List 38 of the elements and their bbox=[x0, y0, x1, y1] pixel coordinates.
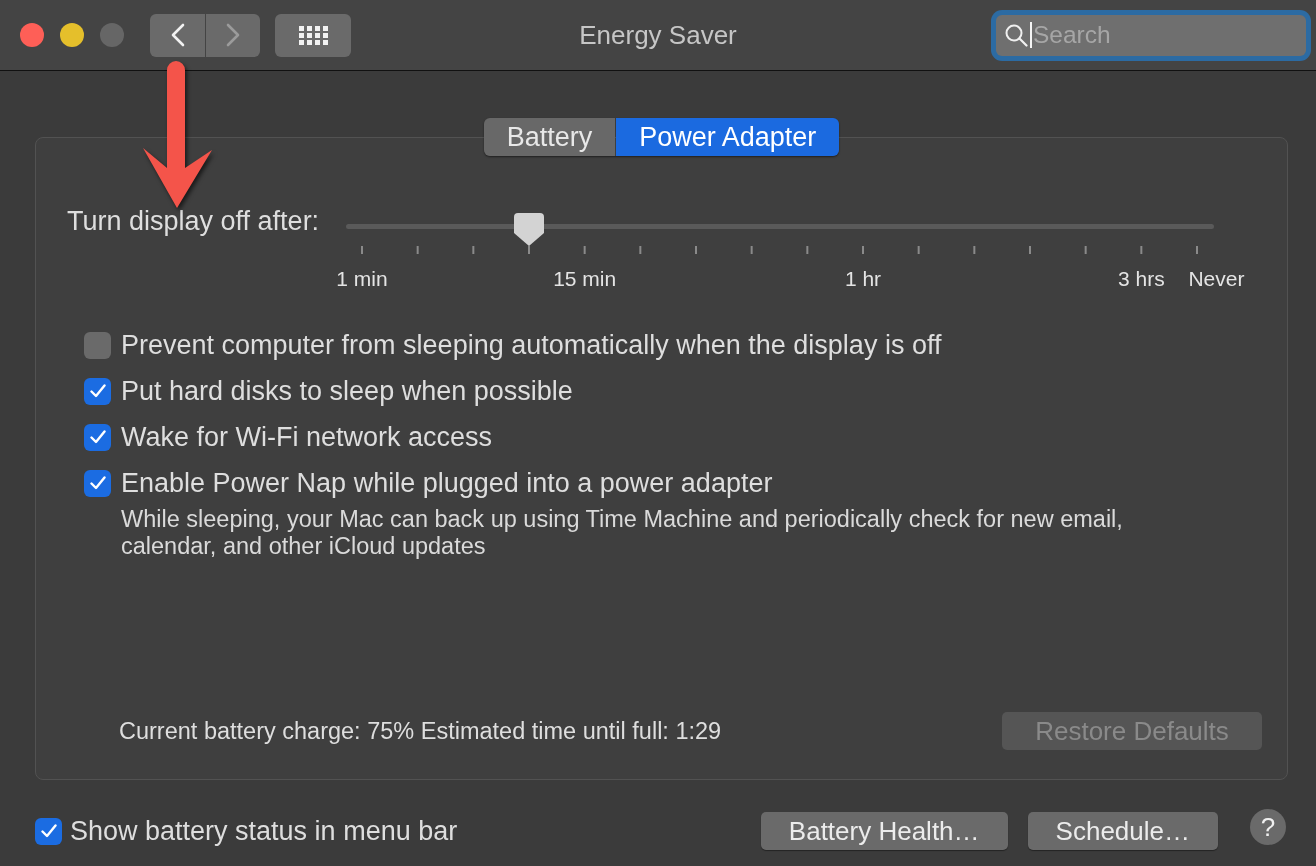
tick-label: 1 min bbox=[336, 267, 388, 291]
tab[interactable]: Battery bbox=[483, 118, 616, 156]
battery-status-text: Current battery charge: 75% Estimated time until full: 1:29 bbox=[119, 717, 722, 745]
checkbox-label: Show battery status in menu bar bbox=[70, 815, 458, 847]
checkmark-icon bbox=[89, 384, 106, 398]
search-icon bbox=[1004, 23, 1028, 47]
tick-label: 15 min bbox=[553, 267, 617, 291]
slider-thumb[interactable] bbox=[514, 213, 544, 246]
slider-label: Turn display off after: bbox=[67, 205, 321, 237]
chevron-left-icon bbox=[170, 23, 185, 47]
checkbox[interactable] bbox=[84, 469, 111, 497]
checkmark-icon bbox=[89, 476, 106, 490]
grid-icon bbox=[298, 25, 328, 45]
tick-label: 3 hrs bbox=[1118, 267, 1165, 291]
option-description: While sleeping, your Mac can back up using Time Machine and periodically check for new email, calendar, and other iCloud updates bbox=[121, 506, 1124, 560]
footer-button[interactable]: Schedule… bbox=[1027, 812, 1218, 850]
checkbox[interactable] bbox=[84, 377, 111, 405]
checkbox-label: Put hard disks to sleep when possible bbox=[121, 375, 573, 407]
checkbox-label: Wake for Wi-Fi network access bbox=[121, 421, 493, 453]
tick-label: Never bbox=[1188, 267, 1245, 291]
checkbox-label: Prevent computer from sleeping automatically when the display is off bbox=[121, 329, 942, 361]
show-all-button[interactable] bbox=[275, 13, 351, 57]
help-button[interactable]: ? bbox=[1250, 809, 1286, 845]
checkmark-icon bbox=[40, 824, 57, 838]
checkbox[interactable] bbox=[84, 331, 111, 359]
window-title: Energy Saver bbox=[578, 20, 738, 50]
checkmark-icon bbox=[89, 430, 106, 444]
close-window-icon[interactable] bbox=[20, 23, 44, 47]
tick-label: 1 hr bbox=[844, 267, 882, 291]
back-button[interactable] bbox=[150, 13, 205, 57]
footer-button[interactable]: Battery Health… bbox=[760, 812, 1008, 850]
minimize-window-icon[interactable] bbox=[60, 23, 84, 47]
tab[interactable]: Power Adapter bbox=[616, 118, 840, 156]
checkbox-label: Enable Power Nap while plugged into a power adapter bbox=[121, 467, 773, 499]
checkbox[interactable] bbox=[84, 423, 111, 451]
text-cursor-icon bbox=[1030, 22, 1032, 48]
chevron-right-icon bbox=[226, 23, 240, 47]
checkbox[interactable] bbox=[35, 817, 62, 845]
